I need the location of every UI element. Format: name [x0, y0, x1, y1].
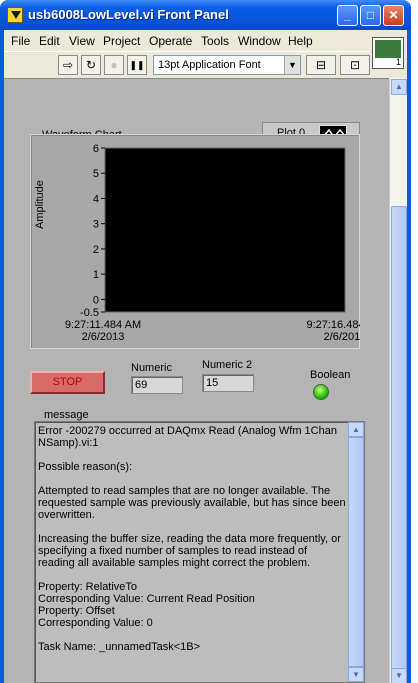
- x-tick-label-end-date: 2/6/2013: [324, 331, 360, 343]
- menu-edit[interactable]: Edit: [39, 34, 60, 48]
- panel-vscroll-thumb[interactable]: [391, 206, 407, 676]
- y-tick-label: 0: [93, 294, 99, 306]
- boolean-led-indicator: [313, 384, 329, 400]
- vi-connector-icon[interactable]: 1: [372, 37, 404, 69]
- vi-icon-graphic: [375, 40, 401, 58]
- menu-bar: File Edit View Project Operate Tools Win…: [4, 30, 370, 51]
- message-scroll-up-button[interactable]: ▲: [348, 422, 364, 437]
- close-button[interactable]: ✕: [383, 5, 404, 26]
- numeric2-indicator: 15: [202, 374, 254, 392]
- x-tick-label-end-time: 9:27:16.484 AM: [306, 319, 360, 331]
- boolean-label: Boolean: [310, 369, 351, 381]
- message-text: Error -200279 occurred at DAQmx Read (An…: [38, 425, 346, 653]
- y-tick-label: -0.5: [80, 307, 99, 319]
- abort-button[interactable]: ●: [104, 55, 124, 75]
- y-tick-label: 4: [93, 193, 99, 205]
- message-scroll-thumb[interactable]: [348, 437, 364, 667]
- menu-file[interactable]: File: [11, 34, 30, 48]
- toolbar: ⇨ ↻ ● ❚❚ 13pt Application Font ▼ ⊟ ⊡: [4, 51, 370, 77]
- maximize-button[interactable]: □: [360, 5, 381, 26]
- plot-area: [104, 147, 346, 313]
- window-title: usb6008LowLevel.vi Front Panel: [28, 7, 229, 22]
- font-select-value: 13pt Application Font: [158, 59, 261, 71]
- run-continuously-button[interactable]: ↻: [81, 55, 101, 75]
- title-bar[interactable]: usb6008LowLevel.vi Front Panel _ □ ✕: [0, 0, 411, 30]
- pause-button[interactable]: ❚❚: [127, 55, 147, 75]
- font-select[interactable]: 13pt Application Font ▼: [153, 55, 301, 75]
- menu-operate[interactable]: Operate: [149, 34, 192, 48]
- align-objects-button[interactable]: ⊟: [306, 55, 336, 75]
- minimize-button[interactable]: _: [337, 5, 358, 26]
- y-tick-label: 3: [93, 219, 99, 231]
- stop-button[interactable]: STOP: [30, 371, 105, 394]
- x-tick-label-start-time: 9:27:11.484 AM: [65, 319, 141, 331]
- numeric-indicator: 69: [131, 376, 183, 394]
- window-client: File Edit View Project Operate Tools Win…: [4, 30, 407, 683]
- menu-tools[interactable]: Tools: [201, 34, 229, 48]
- message-scrollbar[interactable]: ▲ ▼: [348, 422, 364, 682]
- window-frame: usb6008LowLevel.vi Front Panel _ □ ✕ Fil…: [0, 0, 411, 683]
- x-tick-label-start-date: 2/6/2013: [82, 331, 125, 343]
- y-axis-label: Amplitude: [34, 180, 46, 229]
- numeric2-label: Numeric 2: [202, 359, 253, 371]
- vi-icon-number: 1: [395, 57, 401, 67]
- panel-scroll-up-button[interactable]: ▲: [391, 79, 407, 95]
- menu-view[interactable]: View: [69, 34, 95, 48]
- y-tick-label: 2: [93, 244, 99, 256]
- message-indicator[interactable]: Error -200279 occurred at DAQmx Read (An…: [34, 421, 365, 683]
- labview-vi-icon[interactable]: [7, 7, 23, 23]
- y-tick-label: 1: [93, 269, 99, 281]
- menu-project[interactable]: Project: [103, 34, 140, 48]
- y-tick-label: 5: [93, 168, 99, 180]
- message-scroll-down-button[interactable]: ▼: [348, 667, 364, 682]
- y-tick-label: 6: [93, 143, 99, 155]
- panel-vertical-scrollbar[interactable]: ▲ ▼: [389, 78, 407, 683]
- chart-svg: 6543210-0.5 9:27:11.484 AM2/6/20139:27:1…: [65, 143, 360, 343]
- message-label: message: [44, 409, 89, 421]
- panel-scroll-down-button[interactable]: ▼: [391, 668, 407, 683]
- front-panel: Waveform Chart Plot 0 6543210-0.5 9:27:1…: [4, 78, 389, 683]
- distribute-objects-button[interactable]: ⊡: [340, 55, 370, 75]
- run-button[interactable]: ⇨: [58, 55, 78, 75]
- chevron-down-icon: ▼: [284, 56, 300, 74]
- menu-help[interactable]: Help: [288, 34, 313, 48]
- numeric-label: Numeric: [131, 362, 172, 374]
- menu-window[interactable]: Window: [238, 34, 281, 48]
